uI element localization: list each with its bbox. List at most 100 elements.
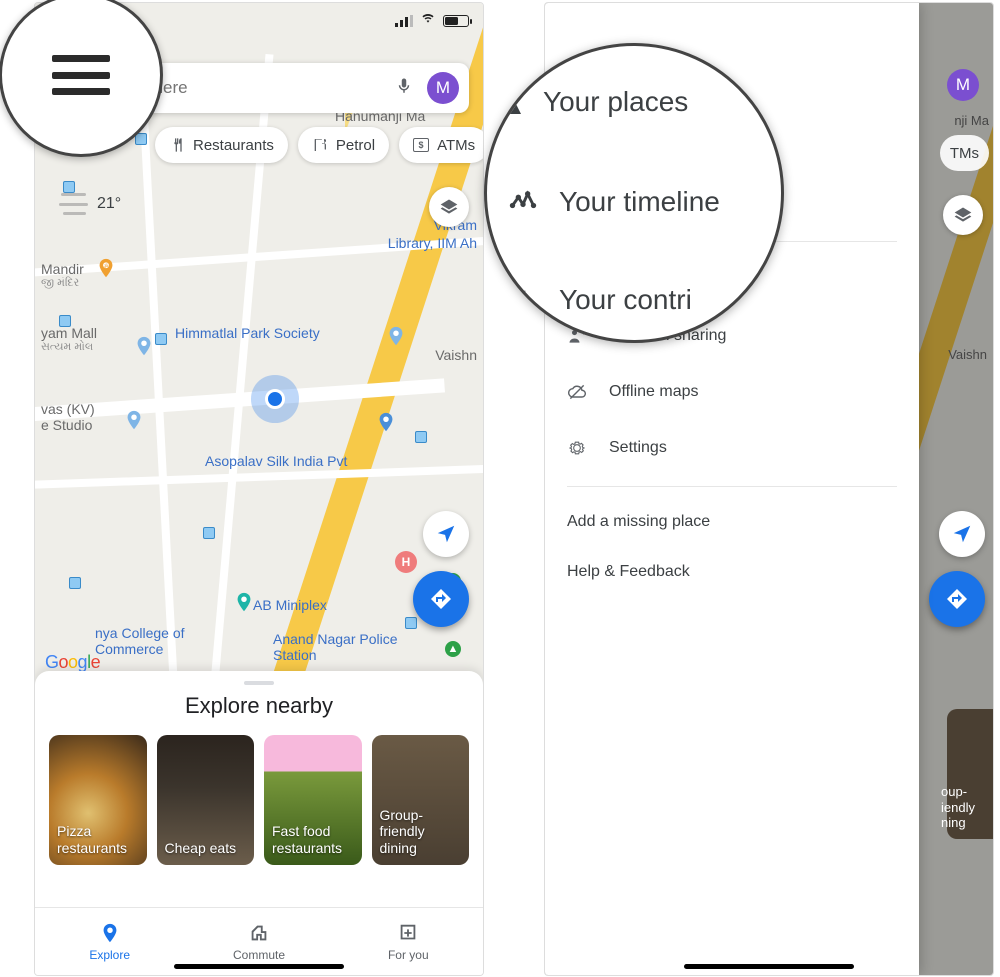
google-logo: Google [45, 652, 100, 673]
shop-pin-icon [123, 405, 145, 435]
shop-pin-icon [375, 407, 397, 437]
cellular-icon [395, 15, 413, 27]
location-arrow-icon [435, 523, 457, 545]
card-group-dining-peek[interactable]: oup- iendly ning [947, 709, 993, 839]
magnifier-label: Your contri [559, 284, 692, 316]
chip-atms[interactable]: $ ATMs [399, 127, 484, 163]
magnifier-row-your-places: Your places [487, 86, 781, 118]
bus-stop-icon [415, 431, 427, 443]
drawer-help-feedback[interactable]: Help & Feedback [545, 547, 919, 597]
location-arrow-icon [951, 523, 973, 545]
tab-for-you[interactable]: For you [334, 908, 483, 975]
avatar-initial: M [956, 75, 970, 95]
magnifier-row-your-contributions: Your contri [487, 284, 781, 316]
explore-pin-icon [99, 922, 121, 944]
sheet-title: Explore nearby [185, 693, 333, 719]
home-indicator [684, 964, 854, 969]
cinema-pin-icon [233, 587, 255, 617]
menu-icon [52, 55, 110, 95]
shop-pin-icon [385, 321, 407, 351]
for-you-icon [397, 922, 419, 944]
avatar[interactable]: M [427, 72, 459, 104]
card-label: Cheap eats [165, 840, 247, 857]
map-label: Asopalav Silk India Pvt [205, 453, 347, 469]
home-indicator [174, 964, 344, 969]
wifi-icon [419, 11, 437, 30]
drawer-settings[interactable]: Settings [545, 420, 919, 476]
shop-pin-icon [133, 331, 155, 361]
status-bar [395, 11, 469, 30]
offline-icon [567, 382, 587, 402]
card-label: Pizza restaurants [57, 823, 139, 857]
fuel-icon [312, 137, 328, 153]
bus-stop-icon [405, 617, 417, 629]
hospital-pin-icon: H [395, 551, 417, 573]
chip-label: Restaurants [193, 137, 274, 154]
directions-icon [945, 587, 969, 611]
dollar-icon: $ [413, 138, 429, 152]
card-group-dining[interactable]: Group-friendly dining [372, 735, 470, 865]
magnifier-row-your-timeline: Your timeline [487, 186, 781, 218]
chip-label: Petrol [336, 137, 375, 154]
magnifier-label: Your places [543, 86, 688, 118]
drawer-offline-maps[interactable]: Offline maps [545, 364, 919, 420]
layers-button[interactable] [429, 187, 469, 227]
card-pizza[interactable]: Pizza restaurants [49, 735, 147, 865]
microphone-icon[interactable] [395, 77, 413, 99]
tab-label: Explore [89, 948, 130, 962]
tab-explore[interactable]: Explore [35, 908, 184, 975]
avatar[interactable]: M [947, 69, 979, 101]
chip-atms-peek[interactable]: TMs [940, 135, 989, 171]
directions-button[interactable] [413, 571, 469, 627]
tab-label: For you [388, 948, 429, 962]
map-label: Library, IIM Ah [388, 235, 477, 251]
commute-icon [248, 922, 270, 944]
gear-icon [567, 438, 587, 458]
layers-button[interactable] [943, 195, 983, 235]
map-label: yam Mall [41, 325, 97, 341]
directions-button[interactable] [929, 571, 985, 627]
drawer-label: Help & Feedback [567, 563, 690, 580]
card-label: Fast food restaurants [272, 823, 354, 857]
callout-magnifier-timeline: Your places Your timeline Your contri [484, 43, 784, 343]
chip-label: ATMs [437, 137, 475, 154]
weather-badge[interactable]: 21° [59, 193, 121, 215]
explore-cards: Pizza restaurants Cheap eats Fast food r… [49, 735, 469, 865]
layers-icon [439, 197, 459, 217]
contributions-icon [509, 286, 537, 314]
recenter-button[interactable] [423, 511, 469, 557]
category-chips: Restaurants Petrol $ ATMs [155, 127, 483, 163]
timeline-icon [509, 188, 537, 216]
map-label: e Studio [41, 417, 92, 433]
card-cheap-eats[interactable]: Cheap eats [157, 735, 255, 865]
map-label: Himmatlal Park Society [175, 325, 320, 341]
bus-stop-icon [69, 577, 81, 589]
bus-stop-icon [155, 333, 167, 345]
drawer-add-missing-place[interactable]: Add a missing place [545, 497, 919, 547]
map-label: AB Miniplex [253, 597, 327, 613]
hospital-letter: H [402, 555, 411, 569]
map-label: vas (KV) [41, 401, 95, 417]
map-label: જી મંદિર [41, 277, 79, 290]
drawer-label: Add a missing place [567, 513, 710, 530]
explore-sheet[interactable]: Explore nearby Pizza restaurants Cheap e… [35, 671, 483, 907]
card-label: Group-friendly dining [380, 807, 462, 857]
current-location-dot [265, 389, 285, 409]
avatar-initial: M [436, 78, 450, 98]
chip-petrol[interactable]: Petrol [298, 127, 389, 163]
chip-restaurants[interactable]: Restaurants [155, 127, 288, 163]
map-label: સત્યમ મોલ [41, 341, 93, 354]
chip-label: TMs [950, 145, 979, 162]
map-label: Anand Nagar Police Station [273, 631, 403, 663]
recenter-button[interactable] [939, 511, 985, 557]
directions-icon [429, 587, 453, 611]
battery-icon [443, 15, 469, 27]
card-fast-food[interactable]: Fast food restaurants [264, 735, 362, 865]
drawer-label: Offline maps [609, 383, 699, 401]
svg-text:ॐ: ॐ [103, 263, 108, 270]
magnifier-label: Your timeline [559, 186, 720, 218]
sheet-handle[interactable] [244, 681, 274, 685]
map-label: Mandir [41, 261, 84, 277]
divider [567, 486, 897, 487]
bus-stop-icon [63, 181, 75, 193]
